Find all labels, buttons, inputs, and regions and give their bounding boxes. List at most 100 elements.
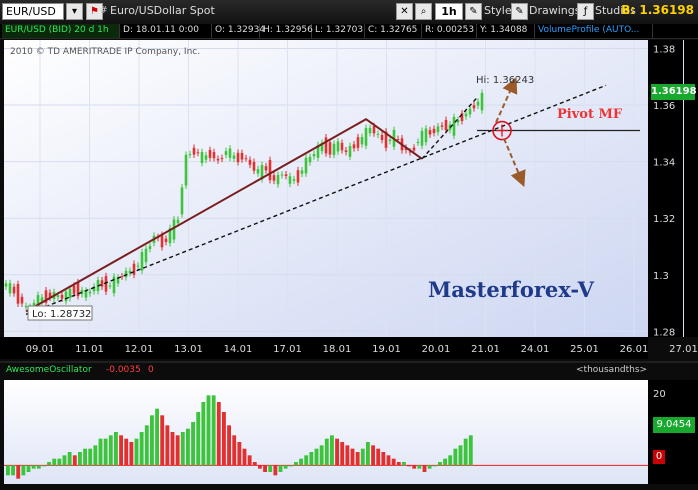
candle-body: [472, 105, 476, 109]
lo-label: Lo: 1.28732: [32, 309, 91, 320]
oscillator-bar: [432, 465, 437, 467]
oscillator-bar: [206, 395, 211, 466]
candle-body: [244, 158, 248, 160]
oscillator-bar: [72, 455, 77, 466]
candle-body: [184, 154, 188, 186]
candle-body: [120, 276, 124, 278]
oscillator-bar: [252, 462, 257, 466]
price-tick-label: 1.34: [653, 158, 675, 169]
candle-body: [176, 219, 180, 224]
oscillator-bar: [288, 465, 293, 467]
hi-label: Hi: 1.36243: [476, 75, 534, 86]
oscillator-bar: [360, 448, 365, 466]
oscillator-units: <thousandths>: [576, 365, 648, 375]
oscillator-bar: [371, 445, 375, 466]
candle-body: [180, 187, 184, 215]
oscillator-bar: [175, 435, 180, 466]
chart-canvas[interactable]: 1.38 1.36 1.34 1.32 1.3 1.28 09.01 11.01 12.01 1…: [0, 0, 698, 490]
candle-body: [340, 142, 344, 151]
oscillator-bar: [309, 452, 314, 466]
candle-body: [8, 283, 12, 294]
oscillator-bar: [299, 458, 303, 466]
oscillator-bar: [155, 408, 159, 466]
oscillator-bar: [463, 438, 468, 466]
oscillator-bar: [242, 448, 247, 466]
oscillator-bar: [345, 445, 350, 466]
candle-body: [108, 285, 112, 287]
oscillator-bar: [366, 442, 370, 466]
oscillator-bar: [216, 402, 221, 466]
oscillator-bar: [139, 432, 144, 466]
candle-body: [88, 291, 92, 294]
oscillator-bar: [78, 452, 82, 466]
brand-watermark: Masterforex-V: [428, 277, 595, 302]
time-tick-label: 09.01: [26, 344, 55, 355]
candle-body: [212, 152, 216, 159]
oscillator-bar: [376, 448, 381, 466]
oscillator-bar: [407, 465, 411, 467]
time-tick-label: 14.01: [224, 344, 253, 355]
candle-body: [56, 295, 60, 298]
candle-body: [224, 151, 228, 155]
oscillator-bar: [144, 425, 149, 466]
candle-body: [60, 294, 64, 299]
candle-body: [100, 280, 104, 287]
oscillator-bar: [165, 425, 170, 466]
oscillator-bar: [314, 448, 319, 466]
candle-body: [372, 125, 376, 134]
oscillator-bar: [31, 465, 36, 469]
oscillator-bar: [124, 438, 129, 466]
oscillator-bar: [391, 458, 396, 466]
time-tick-label: 20.01: [422, 344, 451, 355]
oscillator-bar: [201, 402, 206, 466]
candle-body: [388, 139, 392, 142]
candle-body: [276, 174, 280, 185]
oscillator-bar: [83, 448, 87, 466]
oscillator-tick-20: 20: [653, 389, 666, 400]
oscillator-bar: [196, 412, 201, 466]
oscillator-bar: [211, 395, 216, 466]
candle-body: [368, 127, 372, 134]
oscillator-header: AwesomeOscillator -0.0035 0 <thousandths…: [0, 364, 698, 378]
oscillator-bar: [247, 455, 252, 466]
candle-body: [16, 283, 20, 304]
candle-body: [280, 174, 284, 176]
candle-body: [240, 152, 244, 160]
oscillator-bar: [191, 422, 195, 466]
oscillator-plot-area[interactable]: [4, 380, 648, 484]
candle-body: [324, 137, 328, 154]
time-tick-label: 24.01: [521, 344, 550, 355]
candle-body: [148, 246, 152, 249]
candle-body: [380, 134, 384, 140]
time-tick-label: 21.01: [471, 344, 500, 355]
oscillator-bar: [134, 438, 139, 466]
candle-body: [328, 142, 332, 155]
oscillator-bar: [294, 462, 298, 466]
oscillator-bar: [458, 445, 463, 466]
time-tick-label: 13.01: [174, 344, 203, 355]
candle-body: [412, 147, 416, 151]
oscillator-value: -0.0035: [106, 365, 141, 375]
candle-body: [72, 285, 76, 294]
price-tick-label: 1.3: [653, 271, 669, 282]
candle-body: [132, 263, 136, 275]
oscillator-bar: [350, 448, 355, 466]
time-tick-label: 18.01: [323, 344, 352, 355]
oscillator-bar: [93, 445, 98, 466]
candle-body: [188, 154, 192, 156]
candle-body: [348, 145, 352, 157]
pivot-label: Pivot MF: [557, 107, 623, 122]
candle-body: [356, 137, 360, 148]
oscillator-bar: [11, 465, 15, 476]
candle-body: [300, 170, 304, 174]
candle-body: [160, 234, 164, 248]
oscillator-bar: [237, 442, 242, 466]
oscillator-name[interactable]: AwesomeOscillator: [4, 365, 102, 377]
candle-body: [136, 265, 140, 267]
candle-body: [312, 154, 316, 157]
candle-body: [476, 101, 480, 106]
copyright-text: 2010 © TD AMERITRADE IP Company, Inc.: [10, 47, 200, 57]
oscillator-bar: [386, 455, 391, 466]
oscillator-bar: [36, 465, 41, 469]
time-tick-label: 25.01: [570, 344, 599, 355]
